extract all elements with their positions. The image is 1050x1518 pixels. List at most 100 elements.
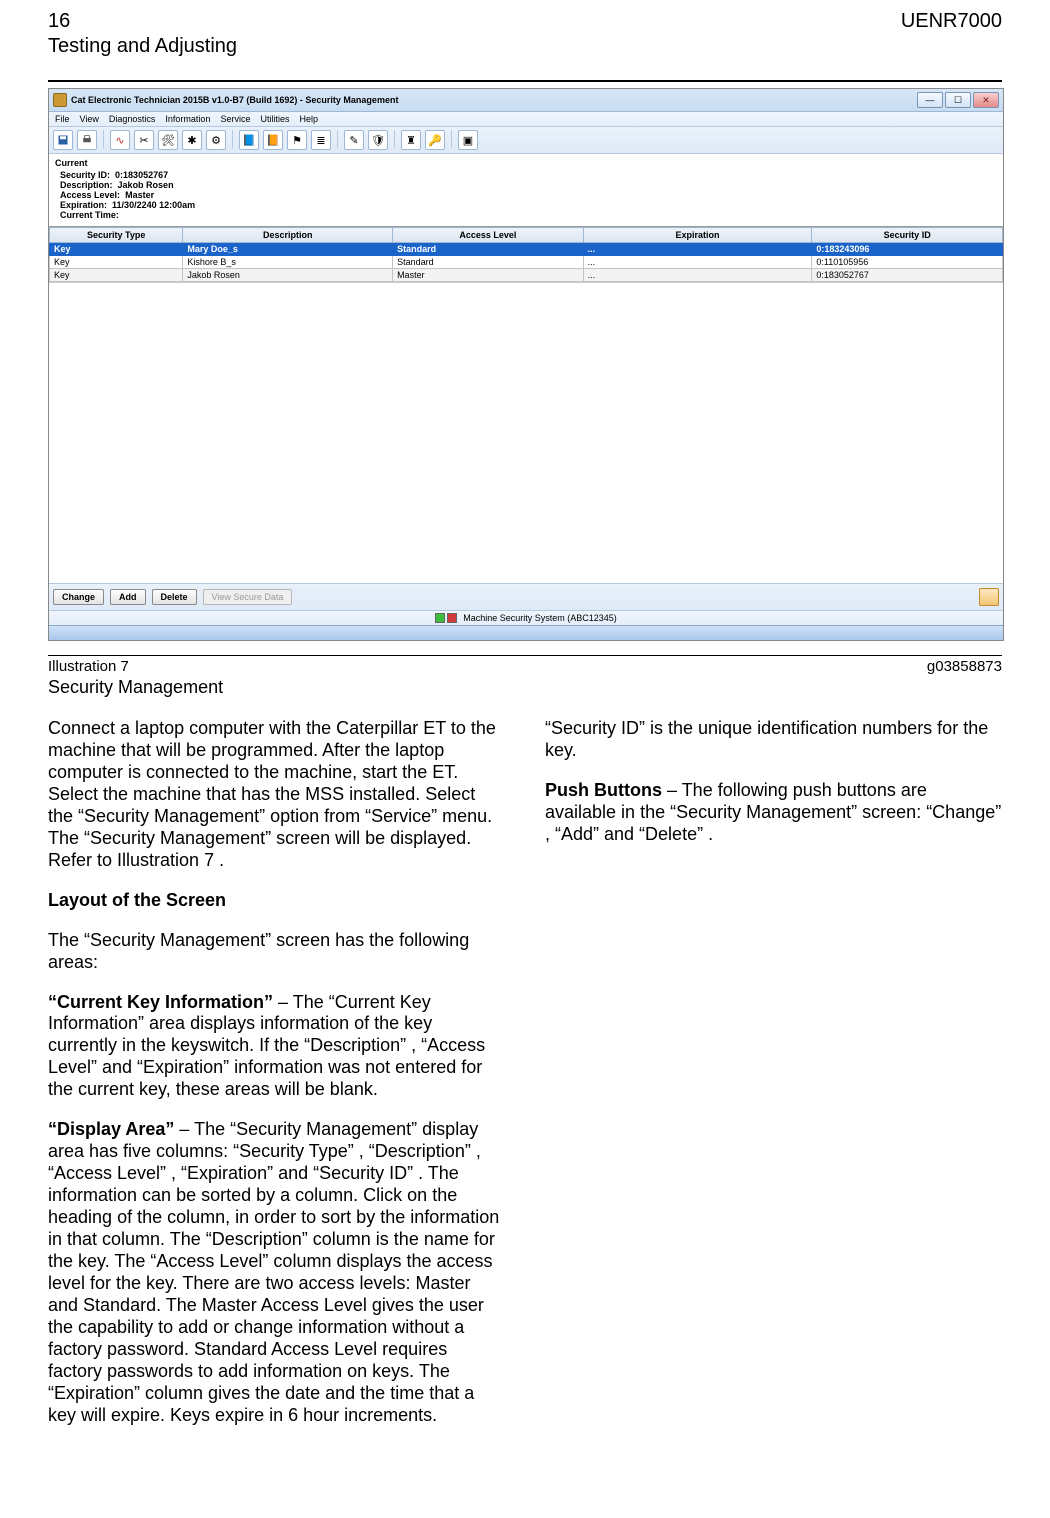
cell-id: 0:183052767 [812,269,1003,282]
close-button[interactable]: ✕ [973,92,999,108]
bold-lead: “Current Key Information” [48,992,278,1012]
gear-icon[interactable]: ⚙ [206,130,226,150]
cell-level: Standard [393,243,584,256]
illustration-subtitle: Security Management [48,677,1002,698]
scissors-icon[interactable]: ✂ [134,130,154,150]
paragraph: “Current Key Information” – The “Current… [48,992,505,1102]
current-id-label: Security ID: [60,170,110,180]
shield-icon[interactable]: 🛡 [368,130,388,150]
current-time-label: Current Time: [60,210,119,220]
toolbar-separator [103,130,104,148]
cell-id: 0:110105956 [812,256,1003,269]
current-panel: Current Security ID: 0:183052767 Descrip… [49,154,1003,226]
menu-diagnostics[interactable]: Diagnostics [109,114,156,124]
menu-service[interactable]: Service [220,114,250,124]
current-level-label: Access Level: [60,190,120,200]
note-icon[interactable]: ✎ [344,130,364,150]
paragraph: “Display Area” – The “Security Managemen… [48,1119,505,1426]
menu-help[interactable]: Help [299,114,318,124]
data-table-wrap: Security Type Description Access Level E… [49,226,1003,282]
table-row[interactable]: Key Mary Doe_s Standard ... 0:183243096 [50,243,1003,256]
key-icon[interactable]: 🔑 [425,130,445,150]
caption-rule [48,655,1002,656]
empty-area [49,282,1003,583]
menu-information[interactable]: Information [165,114,210,124]
taskbar [49,625,1003,640]
current-title: Current [55,158,997,168]
col-access-level[interactable]: Access Level [393,228,584,243]
menubar: File View Diagnostics Information Servic… [49,112,1003,127]
menu-view[interactable]: View [80,114,99,124]
paragraph: Connect a laptop computer with the Cater… [48,718,505,872]
table-row[interactable]: Key Jakob Rosen Master ... 0:183052767 [50,269,1003,282]
current-desc-value: Jakob Rosen [118,180,174,190]
cell-type: Key [50,256,183,269]
paragraph-rest: – The “Security Management” display area… [48,1119,499,1424]
current-level-value: Master [125,190,154,200]
toolbar: ∿ ✂ 🛠 ✱ ⚙ 📘 📙 ⚑ ≣ ✎ 🛡 ♜ 🔑 ▣ [49,127,1003,154]
cell-type: Key [50,243,183,256]
cell-desc: Mary Doe_s [183,243,393,256]
section-heading: Layout of the Screen [48,890,505,912]
cell-level: Master [393,269,584,282]
status-red-icon [447,613,457,623]
calendar-icon[interactable] [979,588,999,606]
status-bar: Machine Security System (ABC12345) [49,610,1003,625]
status-green-icon [435,613,445,623]
doc-code: UENR7000 [901,10,1002,33]
pulse-icon[interactable]: ∿ [110,130,130,150]
save-icon[interactable] [53,130,73,150]
col-description[interactable]: Description [183,228,393,243]
data-table: Security Type Description Access Level E… [49,227,1003,282]
header-rule [48,80,1002,82]
book-icon[interactable]: 📘 [239,130,259,150]
toolbar-separator [394,130,395,148]
current-desc-label: Description: [60,180,113,190]
titlebar: Cat Electronic Technician 2015B v1.0-B7 … [49,89,1003,112]
paragraph: “Security ID” is the unique identificati… [545,718,1002,762]
tool-icon[interactable]: ✱ [182,130,202,150]
window-title: Cat Electronic Technician 2015B v1.0-B7 … [71,95,398,105]
table-row[interactable]: Key Kishore B_s Standard ... 0:110105956 [50,256,1003,269]
screenshot-container: Cat Electronic Technician 2015B v1.0-B7 … [48,88,1002,641]
cell-level: Standard [393,256,584,269]
wrench-icon[interactable]: 🛠 [158,130,178,150]
toolbar-separator [337,130,338,148]
bold-lead: Push Buttons [545,780,662,800]
castle-icon[interactable]: ♜ [401,130,421,150]
add-button[interactable]: Add [110,589,146,605]
current-id-value: 0:183052767 [115,170,168,180]
cell-exp: ... [583,243,812,256]
cell-desc: Jakob Rosen [183,269,393,282]
body-columns: Connect a laptop computer with the Cater… [48,718,1002,1427]
status-indicators [435,613,457,623]
current-exp-label: Expiration: [60,200,107,210]
menu-file[interactable]: File [55,114,70,124]
illustration-label: Illustration 7 [48,658,129,675]
button-bar: Change Add Delete View Secure Data [49,583,1003,610]
cell-type: Key [50,269,183,282]
menu-utilities[interactable]: Utilities [260,114,289,124]
col-expiration[interactable]: Expiration [583,228,812,243]
illustration-code: g03858873 [927,658,1002,675]
status-text: Machine Security System (ABC12345) [463,613,617,623]
maximize-button[interactable]: ☐ [945,92,971,108]
cell-desc: Kishore B_s [183,256,393,269]
cell-id: 0:183243096 [812,243,1003,256]
cell-exp: ... [583,269,812,282]
print-icon[interactable] [77,130,97,150]
col-security-id[interactable]: Security ID [812,228,1003,243]
stack-icon[interactable]: ≣ [311,130,331,150]
col-left: Connect a laptop computer with the Cater… [48,718,505,1427]
delete-button[interactable]: Delete [152,589,197,605]
minimize-button[interactable]: — [917,92,943,108]
flag-icon[interactable]: ⚑ [287,130,307,150]
col-security-type[interactable]: Security Type [50,228,183,243]
change-button[interactable]: Change [53,589,104,605]
extra-icon[interactable]: ▣ [458,130,478,150]
section-title: Testing and Adjusting [48,35,1002,58]
view-secure-button: View Secure Data [203,589,293,605]
paragraph: Push Buttons – The following push button… [545,780,1002,846]
current-exp-value: 11/30/2240 12:00am [112,200,195,210]
book2-icon[interactable]: 📙 [263,130,283,150]
